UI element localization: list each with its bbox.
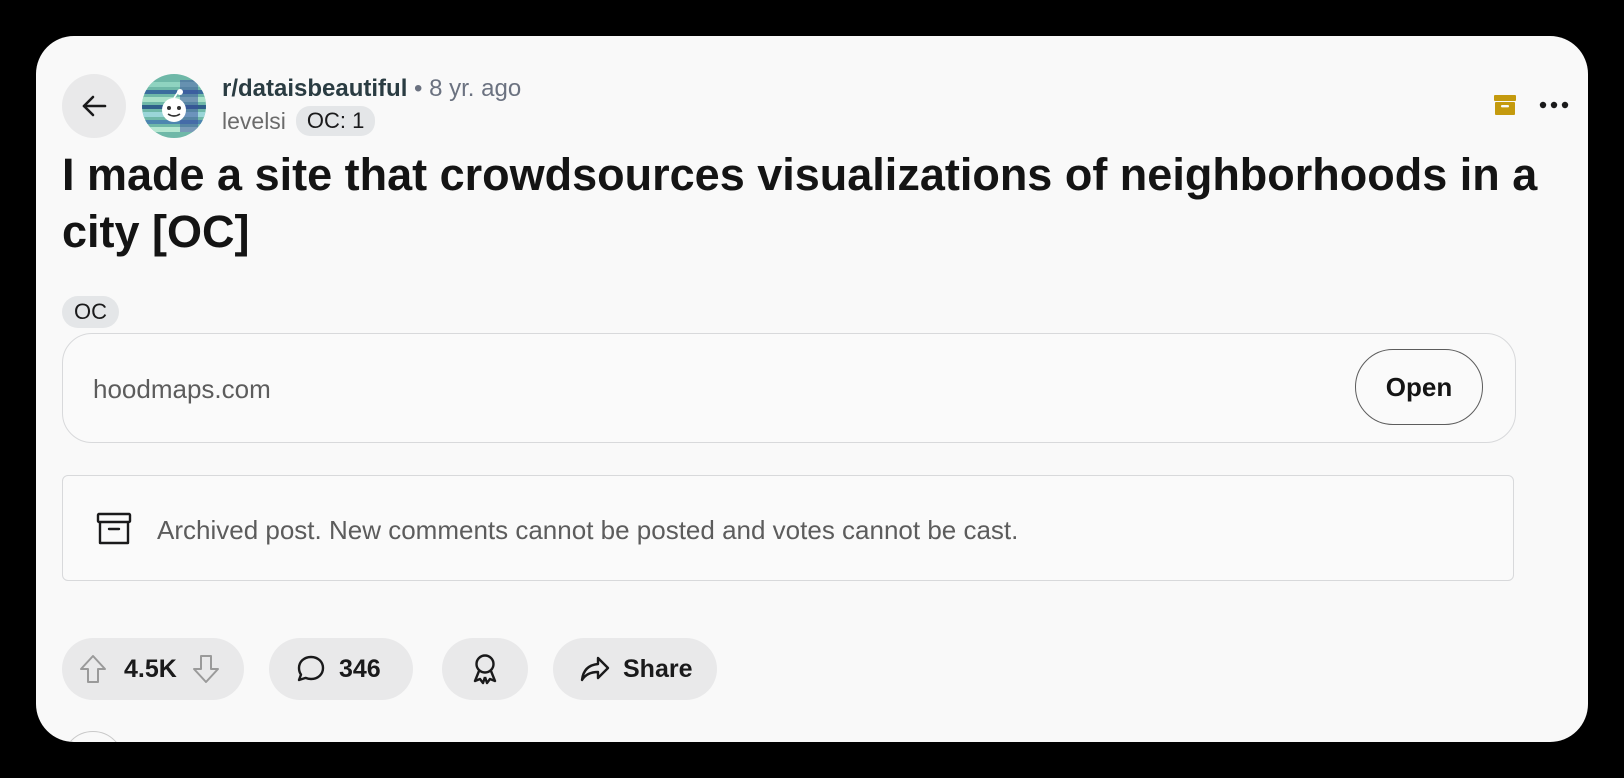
share-button[interactable]: Share bbox=[553, 638, 717, 700]
post-time: • 8 yr. ago bbox=[414, 75, 522, 102]
archive-box-icon bbox=[1492, 92, 1518, 118]
arrow-left-icon bbox=[78, 90, 110, 122]
subreddit-link[interactable]: r/dataisbeautiful bbox=[222, 75, 407, 102]
post-meta-bottom: levelsi OC: 1 bbox=[222, 106, 376, 136]
post-meta-top: r/dataisbeautiful • 8 yr. ago bbox=[222, 75, 521, 103]
author-link[interactable]: levelsi bbox=[222, 108, 286, 135]
share-arrow-icon bbox=[579, 654, 611, 684]
subreddit-avatar[interactable] bbox=[142, 74, 206, 138]
ellipsis-icon bbox=[1539, 101, 1569, 109]
award-button[interactable] bbox=[442, 638, 528, 700]
open-link-button[interactable]: Open bbox=[1355, 349, 1483, 425]
vote-score: 4.5K bbox=[124, 654, 177, 683]
post-title: I made a site that crowdsources visualiz… bbox=[62, 149, 1538, 257]
share-label: Share bbox=[623, 654, 693, 683]
user-flair: OC: 1 bbox=[295, 106, 376, 136]
back-button[interactable] bbox=[62, 74, 126, 138]
post-card: r/dataisbeautiful • 8 yr. ago levelsi OC… bbox=[36, 36, 1588, 742]
comments-button[interactable]: 346 bbox=[269, 638, 413, 700]
arrow-up-icon[interactable] bbox=[78, 653, 108, 685]
link-domain[interactable]: hoodmaps.com bbox=[93, 374, 271, 405]
post-flair[interactable]: OC bbox=[62, 296, 119, 328]
archived-notice: Archived post. New comments cannot be po… bbox=[62, 475, 1514, 581]
arrow-down-icon[interactable] bbox=[191, 653, 221, 685]
archive-icon bbox=[95, 510, 133, 548]
comment-avatar-peek bbox=[62, 731, 124, 742]
archived-notice-text: Archived post. New comments cannot be po… bbox=[157, 515, 1019, 545]
vote-control: 4.5K bbox=[62, 638, 244, 700]
comment-count: 346 bbox=[339, 654, 381, 683]
link-preview-card[interactable]: hoodmaps.com Open bbox=[62, 333, 1516, 443]
award-ribbon-icon bbox=[469, 652, 501, 686]
more-options-button[interactable] bbox=[1536, 90, 1572, 120]
speech-bubble-icon bbox=[295, 653, 327, 685]
